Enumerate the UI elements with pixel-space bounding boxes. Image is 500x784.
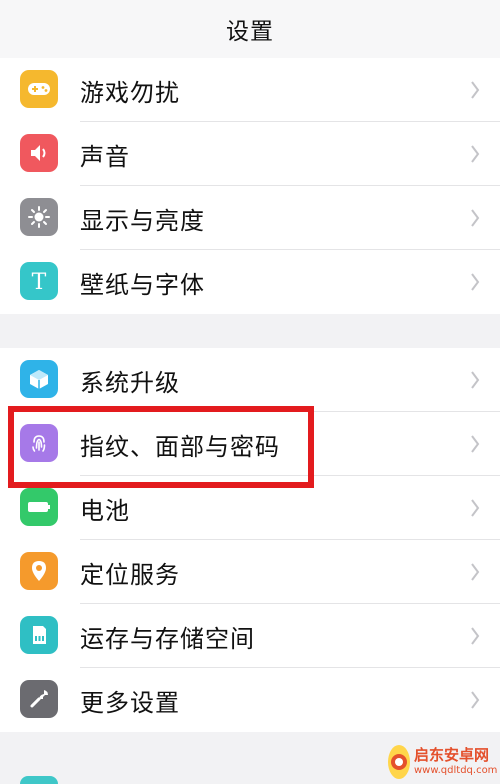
row-label: 定位服务 bbox=[80, 560, 180, 589]
watermark-name: 启东安卓网 bbox=[414, 746, 490, 764]
row-more-settings[interactable]: 更多设置 bbox=[0, 668, 500, 732]
row-label: 游戏勿扰 bbox=[80, 78, 180, 107]
font-t-icon: T bbox=[20, 262, 58, 300]
row-label: 壁纸与字体 bbox=[80, 270, 205, 299]
chevron-right-icon bbox=[471, 499, 480, 517]
row-fingerprint-face-password[interactable]: 指纹、面部与密码 bbox=[0, 412, 500, 476]
row-label: 系统升级 bbox=[80, 368, 180, 397]
settings-group-2: 系统升级 指纹、面部与密码 电池 定位服务 运存与存储空间 更多设置 bbox=[0, 348, 500, 732]
watermark-url: www.qdltdq.com bbox=[414, 765, 498, 776]
row-memory-storage[interactable]: 运存与存储空间 bbox=[0, 604, 500, 668]
row-wallpaper-font[interactable]: T 壁纸与字体 bbox=[0, 250, 500, 314]
row-label: 声音 bbox=[80, 142, 130, 171]
chevron-right-icon bbox=[471, 371, 480, 389]
wrench-icon bbox=[20, 680, 58, 718]
storage-chip-icon bbox=[20, 616, 58, 654]
gamepad-icon bbox=[20, 70, 58, 108]
nav-bar: 设置 bbox=[0, 0, 500, 59]
row-location-services[interactable]: 定位服务 bbox=[0, 540, 500, 604]
speaker-icon bbox=[20, 134, 58, 172]
settings-group-1: 游戏勿扰 声音 显示与亮度 T 壁纸与字体 bbox=[0, 58, 500, 314]
chevron-right-icon bbox=[471, 691, 480, 709]
row-sound[interactable]: 声音 bbox=[0, 122, 500, 186]
chevron-right-icon bbox=[471, 273, 480, 291]
fingerprint-icon bbox=[20, 424, 58, 462]
row-label: 电池 bbox=[80, 496, 130, 525]
row-game-dnd[interactable]: 游戏勿扰 bbox=[0, 58, 500, 122]
chevron-right-icon bbox=[471, 145, 480, 163]
chevron-right-icon bbox=[471, 81, 480, 99]
upgrade-box-icon bbox=[20, 360, 58, 398]
svg-text:T: T bbox=[32, 270, 47, 294]
row-display-brightness[interactable]: 显示与亮度 bbox=[0, 186, 500, 250]
chevron-right-icon bbox=[471, 627, 480, 645]
chevron-right-icon bbox=[471, 209, 480, 227]
row-battery[interactable]: 电池 bbox=[0, 476, 500, 540]
chevron-right-icon bbox=[471, 563, 480, 581]
row-label: 运存与存储空间 bbox=[80, 624, 255, 653]
row-label: 显示与亮度 bbox=[80, 206, 205, 235]
next-row-icon-peek bbox=[20, 776, 58, 784]
row-system-upgrade[interactable]: 系统升级 bbox=[0, 348, 500, 412]
row-label: 指纹、面部与密码 bbox=[80, 432, 280, 461]
chevron-right-icon bbox=[471, 435, 480, 453]
location-pin-icon bbox=[20, 552, 58, 590]
page-title: 设置 bbox=[226, 19, 274, 45]
watermark: 启东安卓网 www.qdltdq.com bbox=[388, 742, 498, 782]
brightness-icon bbox=[20, 198, 58, 236]
watermark-logo-icon bbox=[388, 745, 410, 779]
row-label: 更多设置 bbox=[80, 688, 180, 717]
battery-icon bbox=[20, 488, 58, 526]
